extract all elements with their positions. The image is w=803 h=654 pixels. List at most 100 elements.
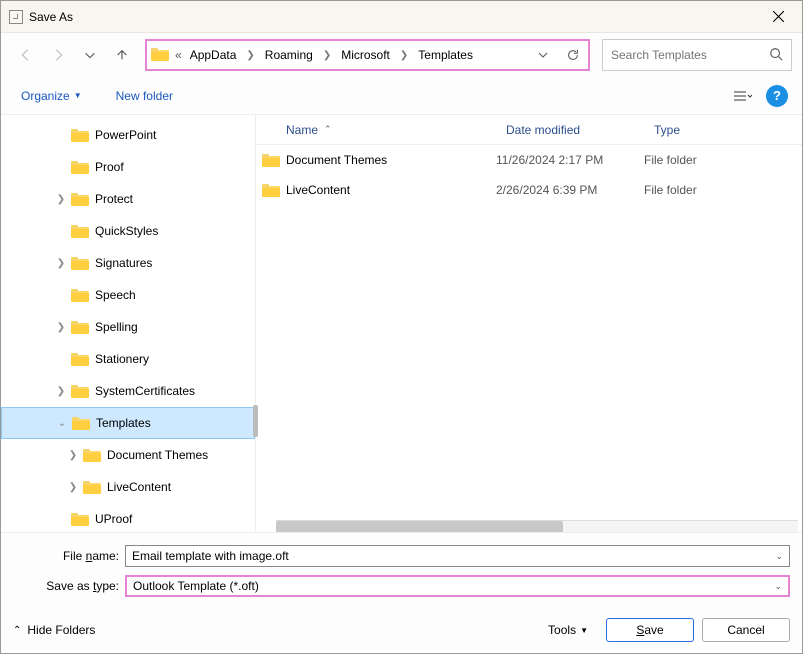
col-name[interactable]: Name bbox=[286, 123, 318, 137]
footer: ⌃ Hide Folders Tools ▼ Save Cancel bbox=[1, 607, 802, 653]
window-title: Save As bbox=[29, 10, 73, 24]
folder-icon bbox=[71, 224, 89, 238]
folder-icon bbox=[151, 47, 171, 63]
filename-value: Email template with image.oft bbox=[132, 549, 289, 563]
new-folder-button[interactable]: New folder bbox=[110, 85, 179, 107]
breadcrumb-segment[interactable]: Templates bbox=[414, 46, 477, 64]
tree-item[interactable]: Stationery bbox=[1, 343, 255, 375]
folder-icon bbox=[71, 352, 89, 366]
expander-icon[interactable]: ⌄ bbox=[52, 418, 72, 429]
recent-dropdown[interactable] bbox=[75, 40, 105, 70]
filename-label: File name: bbox=[13, 549, 125, 563]
folder-icon bbox=[71, 288, 89, 302]
new-folder-label: New folder bbox=[116, 89, 173, 103]
folder-icon bbox=[71, 160, 89, 174]
filename-input[interactable]: Email template with image.oft ⌄ bbox=[125, 545, 790, 567]
row-type: File folder bbox=[644, 183, 802, 197]
breadcrumb-segment[interactable]: Microsoft bbox=[337, 46, 394, 64]
breadcrumb-segment[interactable]: Roaming bbox=[261, 46, 317, 64]
row-date: 2/26/2024 6:39 PM bbox=[496, 183, 644, 197]
forward-button[interactable] bbox=[43, 40, 73, 70]
search-box[interactable] bbox=[602, 39, 792, 71]
savetype-label: Save as type: bbox=[13, 579, 125, 593]
expander-icon[interactable]: ❯ bbox=[51, 322, 71, 333]
expander-icon[interactable]: ❯ bbox=[63, 450, 83, 461]
tools-menu[interactable]: Tools ▼ bbox=[548, 623, 588, 637]
breadcrumb-prefix: « bbox=[173, 48, 184, 62]
help-button[interactable]: ? bbox=[766, 85, 788, 107]
folder-tree[interactable]: PowerPoint Proof ❯Protect QuickStyles ❯ Signa… bbox=[1, 115, 255, 532]
savetype-dropdown[interactable]: Outlook Template (*.oft) ⌄ bbox=[125, 575, 790, 597]
organize-menu[interactable]: Organize ▼ bbox=[15, 85, 88, 107]
address-bar[interactable]: « AppData ❯ Roaming ❯ Microsoft ❯ Templa… bbox=[145, 39, 590, 71]
tree-label: UProof bbox=[95, 512, 132, 526]
list-row[interactable]: LiveContent2/26/2024 6:39 PMFile folder bbox=[256, 175, 802, 205]
address-dropdown[interactable] bbox=[528, 41, 558, 69]
search-input[interactable] bbox=[611, 48, 751, 62]
title-bar: Save As bbox=[1, 1, 802, 33]
splitter[interactable] bbox=[255, 115, 256, 532]
expander-icon[interactable]: ❯ bbox=[63, 482, 83, 493]
tree-label: QuickStyles bbox=[95, 224, 158, 238]
breadcrumb-segment[interactable]: AppData bbox=[186, 46, 241, 64]
tree-item[interactable]: QuickStyles bbox=[1, 215, 255, 247]
up-button[interactable] bbox=[107, 40, 137, 70]
tree-item[interactable]: ❯ Spelling bbox=[1, 311, 255, 343]
tree-item[interactable]: ❯Document Themes bbox=[1, 439, 255, 471]
tree-label: Spelling bbox=[95, 320, 138, 334]
organize-label: Organize bbox=[21, 89, 70, 103]
save-form: File name: Email template with image.oft… bbox=[1, 532, 802, 607]
close-button[interactable] bbox=[756, 2, 800, 32]
tree-item[interactable]: ⌄ Templates bbox=[1, 407, 255, 439]
tree-item[interactable]: ❯ LiveContent bbox=[1, 471, 255, 503]
horizontal-scrollbar[interactable] bbox=[276, 520, 798, 532]
back-button[interactable] bbox=[11, 40, 41, 70]
chevron-down-icon: ⌄ bbox=[775, 551, 783, 562]
col-type[interactable]: Type bbox=[654, 123, 680, 137]
row-type: File folder bbox=[644, 153, 802, 167]
tree-label: LiveContent bbox=[107, 480, 171, 494]
list-row[interactable]: Document Themes11/26/2024 2:17 PMFile fo… bbox=[256, 145, 802, 175]
folder-icon bbox=[256, 153, 286, 167]
tree-label: Proof bbox=[95, 160, 124, 174]
file-list[interactable]: Document Themes11/26/2024 2:17 PMFile fo… bbox=[256, 145, 802, 205]
view-mode-button[interactable] bbox=[726, 83, 758, 109]
caret-down-icon: ▼ bbox=[580, 626, 588, 635]
tree-label: Speech bbox=[95, 288, 136, 302]
chevron-right-icon: ❯ bbox=[396, 50, 412, 61]
tree-label: PowerPoint bbox=[95, 128, 156, 142]
folder-icon bbox=[71, 256, 89, 270]
main-area: PowerPoint Proof ❯Protect QuickStyles ❯ Signa… bbox=[1, 115, 802, 532]
expander-icon[interactable]: ❯ bbox=[51, 386, 71, 397]
tree-item[interactable]: Proof bbox=[1, 151, 255, 183]
tree-item[interactable]: ❯ Signatures bbox=[1, 247, 255, 279]
tree-item[interactable]: Speech bbox=[1, 279, 255, 311]
expander-icon[interactable]: ❯ bbox=[51, 258, 71, 269]
folder-icon bbox=[256, 183, 286, 197]
chevron-down-icon: ⌄ bbox=[774, 581, 782, 592]
folder-icon bbox=[83, 448, 101, 462]
sort-indicator-icon: ⌃ bbox=[324, 124, 332, 135]
hide-folders-label: Hide Folders bbox=[27, 623, 95, 637]
refresh-button[interactable] bbox=[558, 41, 588, 69]
list-header[interactable]: Name ⌃ Date modified Type bbox=[256, 115, 802, 145]
folder-icon bbox=[71, 128, 89, 142]
chevron-up-icon: ⌃ bbox=[13, 625, 21, 636]
cancel-button[interactable]: Cancel bbox=[702, 618, 790, 642]
save-button[interactable]: Save bbox=[606, 618, 694, 642]
folder-icon bbox=[71, 384, 89, 398]
tree-item[interactable]: ❯ SystemCertificates bbox=[1, 375, 255, 407]
tree-label: SystemCertificates bbox=[95, 384, 195, 398]
tree-item[interactable]: ❯Protect bbox=[1, 183, 255, 215]
hide-folders-button[interactable]: ⌃ Hide Folders bbox=[13, 623, 95, 637]
folder-icon bbox=[71, 192, 89, 206]
tree-label: Signatures bbox=[95, 256, 152, 270]
chevron-right-icon: ❯ bbox=[242, 50, 258, 61]
folder-icon bbox=[72, 416, 90, 430]
col-date[interactable]: Date modified bbox=[506, 123, 580, 137]
expander-icon[interactable]: ❯ bbox=[51, 194, 71, 205]
tree-item[interactable]: PowerPoint bbox=[1, 119, 255, 151]
tree-label: Templates bbox=[96, 416, 151, 430]
tree-item[interactable]: UProof bbox=[1, 503, 255, 532]
folder-icon bbox=[71, 512, 89, 526]
